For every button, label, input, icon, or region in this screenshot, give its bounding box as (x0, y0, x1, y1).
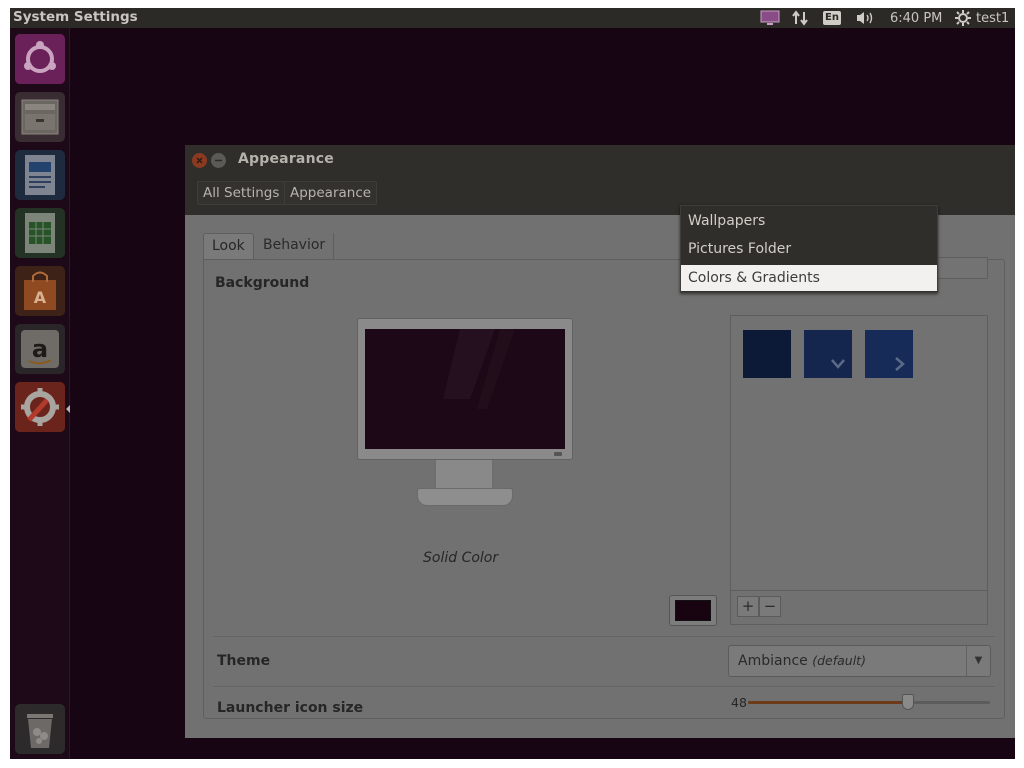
menu-item-wallpapers[interactable]: Wallpapers (681, 208, 937, 234)
user-name[interactable]: test1 (976, 8, 1009, 28)
launcher-size-slider[interactable] (748, 694, 990, 710)
keyboard-layout-indicator[interactable]: En (823, 8, 841, 28)
spreadsheet-icon (15, 208, 65, 258)
clock[interactable]: 6:40 PM (890, 8, 942, 28)
app-title: System Settings (13, 9, 138, 25)
preview-caption: Solid Color (423, 550, 499, 566)
monitor-preview (357, 318, 575, 508)
add-button[interactable]: + (737, 596, 759, 617)
svg-text:a: a (32, 335, 48, 363)
menu-item-colors-gradients[interactable]: Colors & Gradients (681, 265, 937, 291)
volume-icon[interactable] (855, 8, 877, 28)
amazon-icon: a (15, 324, 65, 374)
breadcrumb-appearance[interactable]: Appearance (284, 181, 378, 205)
chevron-down-icon (831, 359, 845, 369)
launcher-item-trash[interactable] (15, 704, 65, 754)
theme-dropdown[interactable]: Ambiance (default) ▼ (728, 645, 991, 677)
svg-text:A: A (34, 288, 47, 307)
settings-wrench-icon (15, 382, 65, 432)
monitor-base (417, 488, 513, 506)
shopping-bag-icon: A (15, 266, 65, 316)
launcher-size-value: 48 (731, 695, 747, 710)
minimize-icon[interactable] (211, 153, 226, 168)
screen: System Settings En 6:40 PM test1 A a App… (10, 8, 1015, 759)
launcher-item-software-center[interactable]: A (15, 266, 65, 316)
tab-behavior[interactable]: Behavior (255, 233, 335, 259)
thumbnail-horizontal-gradient[interactable] (865, 330, 913, 378)
wallpaper-source-menu: Wallpapers Pictures Folder Colors & Grad… (680, 205, 938, 293)
thumbnail-vertical-gradient[interactable] (804, 330, 852, 378)
dropdown-arrow-icon: ▼ (966, 646, 990, 676)
background-label: Background (215, 275, 310, 291)
breadcrumb-all-settings[interactable]: All Settings (197, 181, 286, 205)
window-content: Look Behavior Background Solid Color + −… (185, 215, 1015, 738)
theme-label: Theme (217, 653, 271, 669)
slider-handle[interactable] (901, 694, 914, 710)
monitor-stand (435, 460, 493, 490)
thumbnail-toolbar: + − (730, 591, 988, 625)
display-indicator-icon[interactable] (760, 8, 780, 28)
ubuntu-logo-icon (15, 34, 65, 84)
color-swatch (675, 600, 711, 621)
wallpaper-thumbnails (730, 315, 988, 591)
launcher-item-amazon[interactable]: a (15, 324, 65, 374)
top-panel: System Settings En 6:40 PM test1 (10, 8, 1015, 28)
file-cabinet-icon (15, 92, 65, 142)
menu-item-pictures-folder[interactable]: Pictures Folder (681, 236, 937, 262)
window-title: Appearance (238, 151, 334, 167)
chevron-right-icon (895, 357, 905, 371)
close-icon[interactable] (192, 153, 207, 168)
theme-name: Ambiance (738, 653, 808, 669)
launcher: A a (10, 28, 70, 759)
theme-value: Ambiance (default) (738, 653, 866, 669)
divider (213, 686, 995, 687)
launcher-item-dash[interactable] (15, 34, 65, 84)
color-picker-button[interactable] (669, 595, 717, 626)
slider-fill (748, 701, 908, 704)
tab-look[interactable]: Look (203, 233, 254, 259)
session-gear-icon[interactable] (955, 8, 971, 28)
remove-button[interactable]: − (759, 596, 781, 617)
launcher-item-system-settings[interactable] (15, 382, 65, 432)
thumbnail-solid[interactable] (743, 330, 791, 378)
launcher-size-label: Launcher icon size (217, 700, 364, 716)
launcher-item-calc[interactable] (15, 208, 65, 258)
monitor-screen (365, 329, 565, 449)
desktop: Appearance All Settings Appearance Look … (70, 28, 1015, 759)
network-arrows-icon[interactable] (792, 8, 810, 28)
monitor-bezel (357, 318, 573, 460)
launcher-item-files[interactable] (15, 92, 65, 142)
power-led-icon (554, 452, 562, 456)
keyboard-layout-label: En (823, 11, 841, 25)
theme-default-note: (default) (812, 653, 866, 668)
launcher-item-writer[interactable] (15, 150, 65, 200)
writer-document-icon (15, 150, 65, 200)
divider (213, 636, 995, 637)
trash-icon (15, 704, 65, 754)
